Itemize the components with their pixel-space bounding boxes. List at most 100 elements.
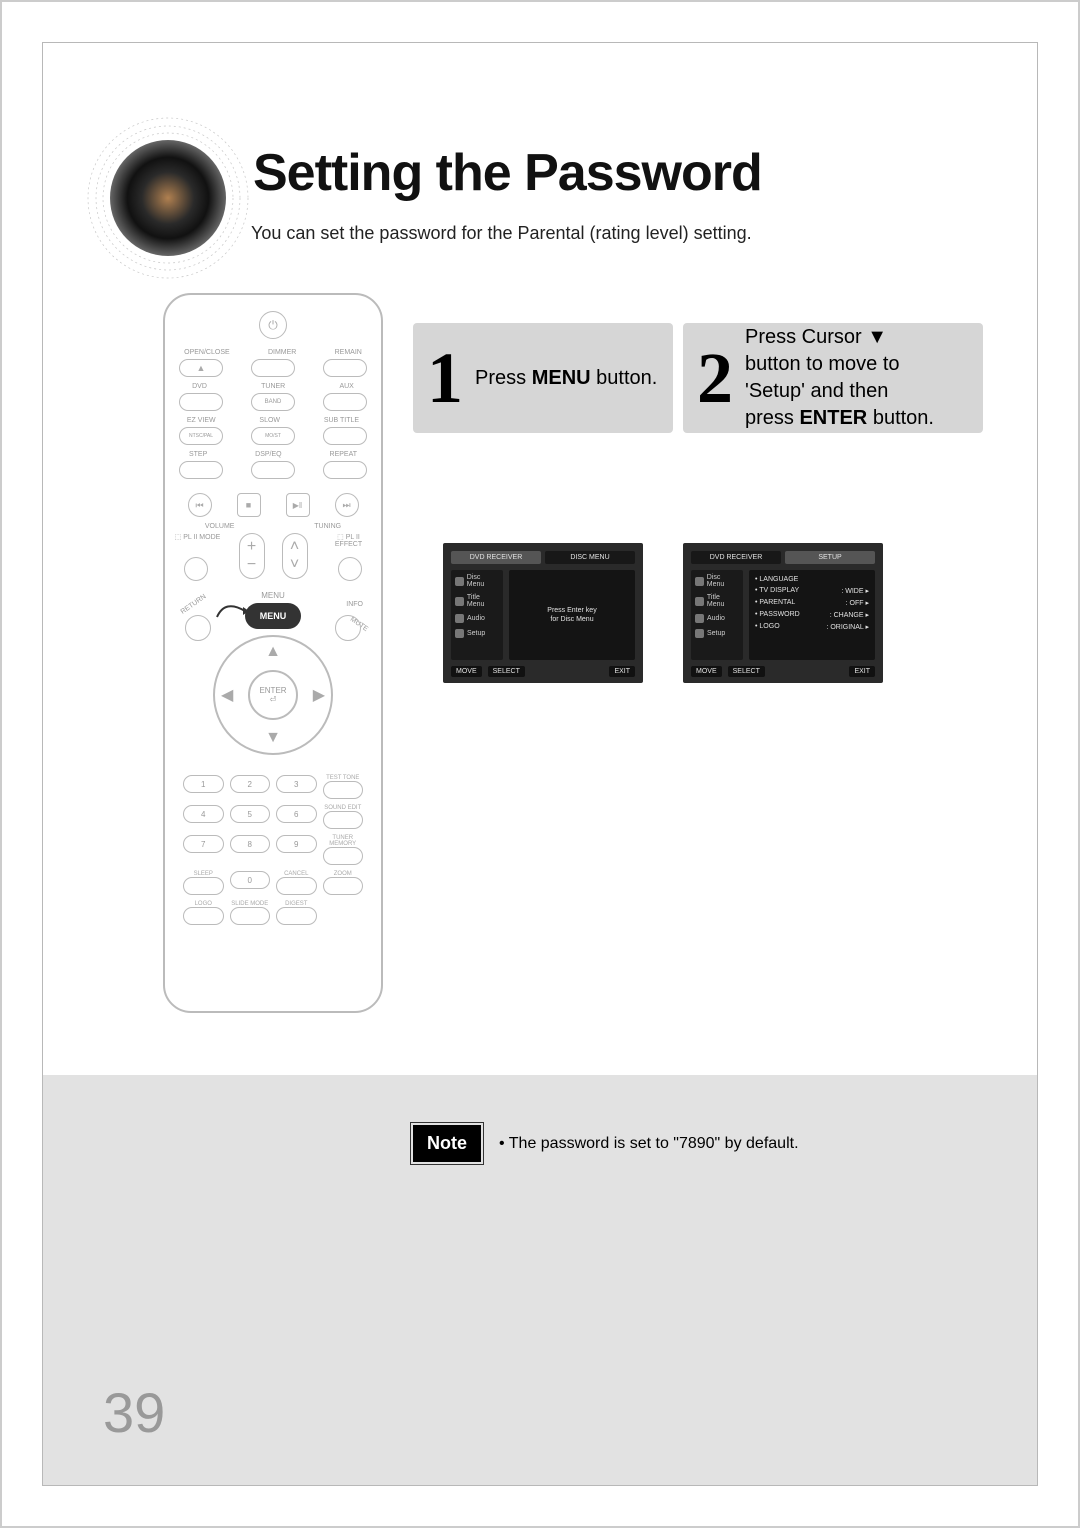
speaker-decoration xyxy=(83,113,253,283)
label-dvd: DVD xyxy=(192,383,207,390)
key-3: 3 xyxy=(276,775,317,793)
label-slidemode: SLIDE MODE xyxy=(230,901,271,907)
label-cancel: CANCEL xyxy=(276,871,317,877)
eject-button: ▲ xyxy=(179,359,223,377)
testtone-button xyxy=(323,781,364,799)
label-openclose: OPEN/CLOSE xyxy=(184,349,230,356)
osd1-tab-right: DISC MENU xyxy=(545,551,635,564)
label-dspeq: DSP/EQ xyxy=(255,451,281,458)
step-1-text: Press MENU button. xyxy=(475,365,657,392)
return-button xyxy=(185,615,211,641)
key-8: 8 xyxy=(230,835,271,853)
dspeq-button xyxy=(251,461,295,479)
osd1-main: Press Enter key for Disc Menu xyxy=(509,570,635,660)
osd2-sidebar: Disc Menu Title Menu Audio Setup xyxy=(691,570,743,660)
prev-button: ⏮ xyxy=(188,493,212,517)
osd-screenshot-setup: DVD RECEIVER SETUP Disc Menu Title Menu … xyxy=(683,543,883,683)
logo-button xyxy=(183,907,224,925)
osd2-setup-list: • LANGUAGE • TV DISPLAY: WIDE ▸ • PARENT… xyxy=(749,570,875,660)
osd2-foot-move: MOVE xyxy=(691,666,722,677)
dimmer-button xyxy=(251,359,295,377)
disc-icon xyxy=(695,577,704,586)
label-sleep: SLEEP xyxy=(183,871,224,877)
setup-icon xyxy=(455,629,464,638)
label-tuner: TUNER xyxy=(261,383,285,390)
band-button: BAND xyxy=(251,393,295,411)
step-2: 2 Press Cursor ▼ button to move to 'Setu… xyxy=(683,323,983,433)
page-number: 39 xyxy=(103,1380,165,1445)
key-0: 0 xyxy=(230,871,271,889)
osd2-foot-select: SELECT xyxy=(728,666,765,677)
label-repeat: REPEAT xyxy=(330,451,358,458)
note-strip: Note • The password is set to "7890" by … xyxy=(43,1075,1037,1485)
next-button: ⏭ xyxy=(335,493,359,517)
label-volume: VOLUME xyxy=(205,523,235,530)
label-tunermem: TUNER MEMORY xyxy=(323,835,364,847)
cursor-ring: ▲ ▼ ◀ ▶ ENTER ⏎ xyxy=(213,635,333,755)
label-testtone: TEST TONE xyxy=(323,775,364,781)
power-button: ⏻ xyxy=(259,311,287,339)
stop-button: ■ xyxy=(237,493,261,517)
osd2-foot-exit: EXIT xyxy=(849,666,875,677)
osd1-tab-left: DVD RECEIVER xyxy=(451,551,541,564)
page-frame: Setting the Password You can set the pas… xyxy=(42,42,1038,1486)
label-menu: MENU xyxy=(261,591,285,600)
cancel-button xyxy=(276,877,317,895)
aux-button xyxy=(323,393,367,411)
step-1: 1 Press MENU button. xyxy=(413,323,673,433)
soundedit-button xyxy=(323,811,364,829)
osd2-tab-left: DVD RECEIVER xyxy=(691,551,781,564)
label-aux: AUX xyxy=(339,383,353,390)
step-1-number: 1 xyxy=(427,342,463,414)
osd-screenshot-disc-menu: DVD RECEIVER DISC MENU Disc Menu Title M… xyxy=(443,543,643,683)
label-subtitle: SUB TITLE xyxy=(324,417,359,424)
label-remain: REMAIN xyxy=(335,349,362,356)
dvd-button xyxy=(179,393,223,411)
osd1-foot-select: SELECT xyxy=(488,666,525,677)
page-title: Setting the Password xyxy=(253,143,762,203)
label-digest: DIGEST xyxy=(276,901,317,907)
label-return: RETURN xyxy=(180,593,208,615)
remote-illustration: ⏻ OPEN/CLOSE DIMMER REMAIN ▲ DVD TUNER A… xyxy=(163,293,383,1013)
label-dimmer: DIMMER xyxy=(268,349,296,356)
key-6: 6 xyxy=(276,805,317,823)
most-button: MO/ST xyxy=(251,427,295,445)
key-9: 9 xyxy=(276,835,317,853)
step-2-text: Press Cursor ▼ button to move to 'Setup'… xyxy=(745,324,934,432)
subtitle-button xyxy=(323,427,367,445)
key-7: 7 xyxy=(183,835,224,853)
label-zoom: ZOOM xyxy=(323,871,364,877)
slidemode-button xyxy=(230,907,271,925)
note-text: • The password is set to "7890" by defau… xyxy=(499,1135,799,1153)
label-logo: LOGO xyxy=(183,901,224,907)
setup-icon xyxy=(695,629,704,638)
play-pause-button: ▶‖ xyxy=(286,493,310,517)
step-2-number: 2 xyxy=(697,342,733,414)
key-5: 5 xyxy=(230,805,271,823)
osd1-sidebar: Disc Menu Title Menu Audio Setup xyxy=(451,570,503,660)
title-icon xyxy=(695,597,704,606)
menu-button: MENU xyxy=(245,603,301,629)
step-button xyxy=(179,461,223,479)
pl2effect-button xyxy=(338,557,362,581)
menu-callout-arrow xyxy=(215,597,253,635)
osd1-foot-exit: EXIT xyxy=(609,666,635,677)
label-ezview: EZ VIEW xyxy=(187,417,216,424)
key-2: 2 xyxy=(230,775,271,793)
key-4: 4 xyxy=(183,805,224,823)
disc-icon xyxy=(455,577,464,586)
remain-button xyxy=(323,359,367,377)
title-icon xyxy=(455,597,464,606)
enter-button: ENTER ⏎ xyxy=(248,670,298,720)
page-subtitle: You can set the password for the Parenta… xyxy=(251,223,752,244)
ntscpal-button: NTSC/PAL xyxy=(179,427,223,445)
pl2mode-button xyxy=(184,557,208,581)
key-1: 1 xyxy=(183,775,224,793)
info-mute-button xyxy=(335,615,361,641)
zoom-button xyxy=(323,877,364,895)
label-tuning: TUNING xyxy=(314,523,341,530)
digest-button xyxy=(276,907,317,925)
audio-icon xyxy=(695,614,704,623)
tunermem-button xyxy=(323,847,364,865)
label-slow: SLOW xyxy=(259,417,280,424)
